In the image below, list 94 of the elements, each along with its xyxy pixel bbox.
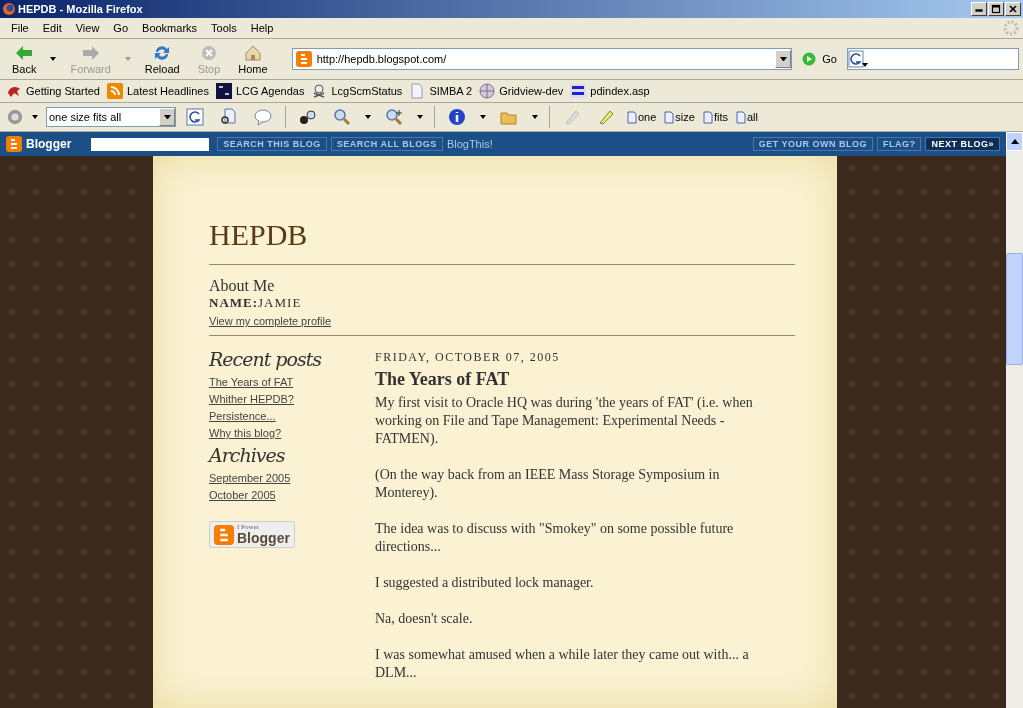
- close-icon: [1007, 4, 1019, 14]
- menu-item[interactable]: Tools: [204, 22, 244, 34]
- highlight-button[interactable]: size: [662, 110, 697, 124]
- page-search-icon[interactable]: [219, 107, 239, 127]
- back-button[interactable]: Back: [4, 43, 45, 75]
- post-title[interactable]: The Years of FAT: [375, 369, 775, 390]
- post-paragraph: I was somewhat amused when a while later they came out with... a DLM...: [375, 646, 750, 682]
- flag-button[interactable]: FLAG?: [877, 137, 922, 151]
- sidebar-heading: Archives: [209, 444, 285, 466]
- menu-item[interactable]: Bookmarks: [135, 22, 205, 34]
- dropdown-arrow-icon[interactable]: [365, 115, 371, 119]
- profile-name: NAME:JAMIE: [209, 295, 303, 311]
- menu-item[interactable]: Go: [106, 22, 136, 34]
- blogger-logo-icon: [295, 51, 312, 67]
- post-date: FRIDAY, OCTOBER 07, 2005: [375, 350, 561, 365]
- blog-search-field[interactable]: [91, 137, 210, 151]
- page-icon: [627, 110, 637, 124]
- menu-item[interactable]: View: [68, 22, 107, 34]
- dropdown-arrow-icon[interactable]: [32, 115, 38, 119]
- speech-bubble-icon[interactable]: [253, 107, 273, 127]
- go-button[interactable]: Go: [794, 52, 845, 66]
- info-icon[interactable]: [447, 107, 467, 127]
- google-icon[interactable]: [848, 50, 870, 68]
- home-button[interactable]: Home: [230, 43, 276, 75]
- about-heading: About Me: [209, 277, 276, 295]
- menu-item[interactable]: File: [4, 22, 36, 34]
- profile-link[interactable]: View my complete profile: [209, 315, 332, 327]
- dropdown-arrow-icon[interactable]: [532, 115, 538, 119]
- page-icon: [736, 110, 746, 124]
- search-combo-box[interactable]: one size fits all: [46, 107, 176, 127]
- next-blog-button[interactable]: NEXT BLOG»: [925, 137, 1000, 151]
- bookmark-link[interactable]: Gridview-dev: [477, 83, 569, 99]
- post-paragraph: I suggested a distributed lock manager.: [375, 574, 595, 592]
- bookmark-link[interactable]: LCG Agendas: [213, 83, 310, 99]
- blogger-logo[interactable]: Blogger: [6, 136, 72, 152]
- bookmark-link[interactable]: Getting Started: [4, 83, 105, 99]
- caret-icon: [163, 114, 171, 120]
- highlight-button[interactable]: fits: [700, 110, 730, 124]
- address-field[interactable]: http://hepdb.blogspot.com/: [291, 48, 793, 70]
- magnifier-icon[interactable]: [332, 107, 352, 127]
- close-button[interactable]: [1005, 2, 1021, 16]
- feed-icon: [107, 83, 123, 99]
- post-paragraph: (On the way back from an IEEE Mass Storage Symposium in Monterey).: [375, 466, 721, 502]
- search-blog-button[interactable]: SEARCH THIS BLOG: [217, 137, 327, 151]
- post-paragraph: My first visit to Oracle HQ was during 'the years of FAT' (i.e. when working on File and Tape Management: Experimental Needs - FATMEN).: [375, 394, 754, 448]
- maximize-button[interactable]: [988, 2, 1004, 16]
- highlight-button[interactable]: all: [734, 110, 760, 124]
- throbber-icon: [1003, 20, 1019, 36]
- bookmark-link[interactable]: LcgScmStatus: [309, 83, 408, 99]
- page-icon: [409, 83, 426, 99]
- house-icon: [243, 43, 263, 63]
- caret-icon: [779, 56, 787, 62]
- post-paragraph: The idea was to discuss with "Smokey" on some possible future directions...: [375, 520, 735, 556]
- stop-icon: [199, 43, 219, 63]
- page-icon: [702, 110, 713, 124]
- menu-item[interactable]: Help: [243, 22, 281, 34]
- bookmark-link[interactable]: Latest Headlines: [105, 83, 214, 99]
- recent-post-link[interactable]: Persistence...: [209, 410, 276, 422]
- get-blog-button[interactable]: GET YOUR OWN BLOG: [752, 137, 873, 151]
- recent-post-link[interactable]: The Years of FAT: [209, 376, 294, 388]
- bookmark-link[interactable]: SIMBA 2: [407, 83, 478, 99]
- scroll-thumb[interactable]: [1006, 253, 1023, 365]
- archive-link[interactable]: September 2005: [209, 472, 291, 484]
- highlight-button[interactable]: one: [625, 110, 659, 124]
- magnifier-plus-icon[interactable]: [384, 107, 404, 127]
- page-icon: [664, 110, 675, 124]
- play-icon: [802, 52, 817, 66]
- dropdown-arrow-icon[interactable]: [480, 115, 486, 119]
- post-paragraph: Na, doesn't scale.: [375, 610, 474, 628]
- globe-icon: [479, 83, 496, 99]
- recent-post-link[interactable]: Why this blog?: [209, 427, 282, 439]
- dropdown-arrow-icon[interactable]: [50, 57, 57, 61]
- history-dropdown-button[interactable]: [775, 50, 792, 68]
- browser-icon: [2, 2, 16, 16]
- archive-link[interactable]: October 2005: [209, 489, 276, 501]
- menu-item[interactable]: Edit: [35, 22, 69, 34]
- minimize-button[interactable]: [971, 2, 987, 16]
- scrollbar[interactable]: [1006, 132, 1023, 708]
- reload-button[interactable]: Reload: [136, 43, 188, 75]
- maximize-icon: [990, 4, 1002, 14]
- blogthis-link[interactable]: BlogThis!: [446, 138, 493, 150]
- blog-title[interactable]: HEPDB: [209, 218, 837, 252]
- minimize-icon: [973, 8, 985, 13]
- scroll-up-icon[interactable]: [1010, 139, 1019, 144]
- recent-post-link[interactable]: Whither HEPDB?: [209, 393, 294, 405]
- search-all-button[interactable]: SEARCH ALL BLOGS: [330, 137, 443, 151]
- dropdown-arrow-icon[interactable]: [417, 115, 423, 119]
- logo-icon: [215, 83, 232, 99]
- arrow-icon: [80, 43, 101, 63]
- sidebar-heading: Recent posts: [209, 348, 322, 370]
- window-title: HEPDB - Mozilla Firefox: [18, 3, 144, 15]
- bookmark-link[interactable]: pdindex.asp: [568, 84, 655, 98]
- google-icon[interactable]: [185, 107, 205, 127]
- search-field[interactable]: [847, 48, 1019, 70]
